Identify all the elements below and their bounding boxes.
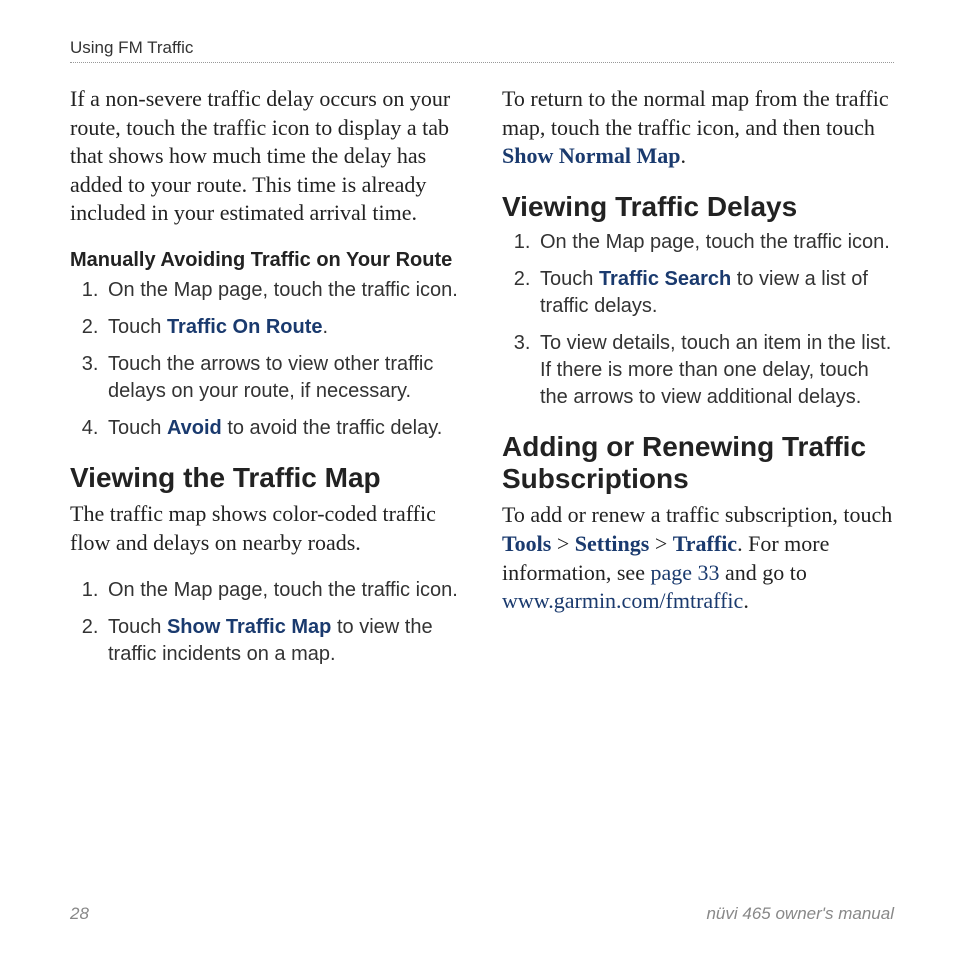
para-text: To add or renew a traffic subscription, …: [502, 502, 892, 527]
list-item: On the Map page, touch the traffic icon.: [104, 577, 462, 604]
page-footer: 28 nüvi 465 owner's manual: [70, 904, 894, 924]
subscriptions-para: To add or renew a traffic subscription, …: [502, 501, 894, 615]
ui-label-traffic-search: Traffic Search: [599, 268, 731, 290]
viewing-traffic-map-heading: Viewing the Traffic Map: [70, 462, 462, 494]
list-item: Touch Traffic On Route.: [104, 314, 462, 341]
return-normal-map-para: To return to the normal map from the tra…: [502, 85, 894, 171]
viewing-traffic-map-steps: On the Map page, touch the traffic icon.…: [70, 577, 462, 668]
ui-label-show-normal-map: Show Normal Map: [502, 143, 680, 168]
step-text: Touch: [108, 316, 167, 338]
ui-label-traffic: Traffic: [673, 531, 737, 556]
ui-label-settings: Settings: [575, 531, 650, 556]
step-text: Touch: [108, 616, 167, 638]
right-column: To return to the normal map from the tra…: [502, 85, 894, 884]
manual-avoid-heading: Manually Avoiding Traffic on Your Route: [70, 248, 462, 273]
manual-page: Using FM Traffic If a non-severe traffic…: [0, 0, 954, 954]
list-item: To view details, touch an item in the li…: [536, 330, 894, 411]
list-item: Touch the arrows to view other traffic d…: [104, 351, 462, 405]
external-url-link[interactable]: www.garmin.com/fmtraffic: [502, 588, 743, 613]
content-columns: If a non-severe traffic delay occurs on …: [70, 85, 894, 884]
viewing-traffic-delays-steps: On the Map page, touch the traffic icon.…: [502, 229, 894, 411]
ui-label-traffic-on-route: Traffic On Route: [167, 316, 323, 338]
intro-paragraph: If a non-severe traffic delay occurs on …: [70, 85, 462, 228]
manual-avoid-steps: On the Map page, touch the traffic icon.…: [70, 277, 462, 442]
viewing-traffic-delays-heading: Viewing Traffic Delays: [502, 191, 894, 223]
breadcrumb-separator: >: [551, 531, 574, 556]
para-text: and go to: [720, 560, 807, 585]
step-text: to avoid the traffic delay.: [222, 417, 443, 439]
page-reference-link[interactable]: page 33: [650, 560, 719, 585]
breadcrumb-separator: >: [649, 531, 672, 556]
left-column: If a non-severe traffic delay occurs on …: [70, 85, 462, 884]
step-text: Touch: [108, 417, 167, 439]
subscriptions-heading: Adding or Renewing Traffic Subscriptions: [502, 431, 894, 495]
step-text: .: [323, 316, 329, 338]
ui-label-avoid: Avoid: [167, 417, 222, 439]
list-item: On the Map page, touch the traffic icon.: [104, 277, 462, 304]
viewing-traffic-map-intro: The traffic map shows color-coded traffi…: [70, 500, 462, 557]
ui-label-tools: Tools: [502, 531, 551, 556]
para-text: To return to the normal map from the tra…: [502, 86, 889, 140]
list-item: Touch Show Traffic Map to view the traff…: [104, 614, 462, 668]
step-text: Touch: [540, 268, 599, 290]
running-head: Using FM Traffic: [70, 38, 894, 63]
page-number: 28: [70, 904, 89, 924]
list-item: Touch Traffic Search to view a list of t…: [536, 266, 894, 320]
ui-label-show-traffic-map: Show Traffic Map: [167, 616, 331, 638]
manual-title: nüvi 465 owner's manual: [706, 904, 894, 924]
para-text: .: [743, 588, 749, 613]
list-item: On the Map page, touch the traffic icon.: [536, 229, 894, 256]
para-text: .: [680, 143, 686, 168]
list-item: Touch Avoid to avoid the traffic delay.: [104, 415, 462, 442]
